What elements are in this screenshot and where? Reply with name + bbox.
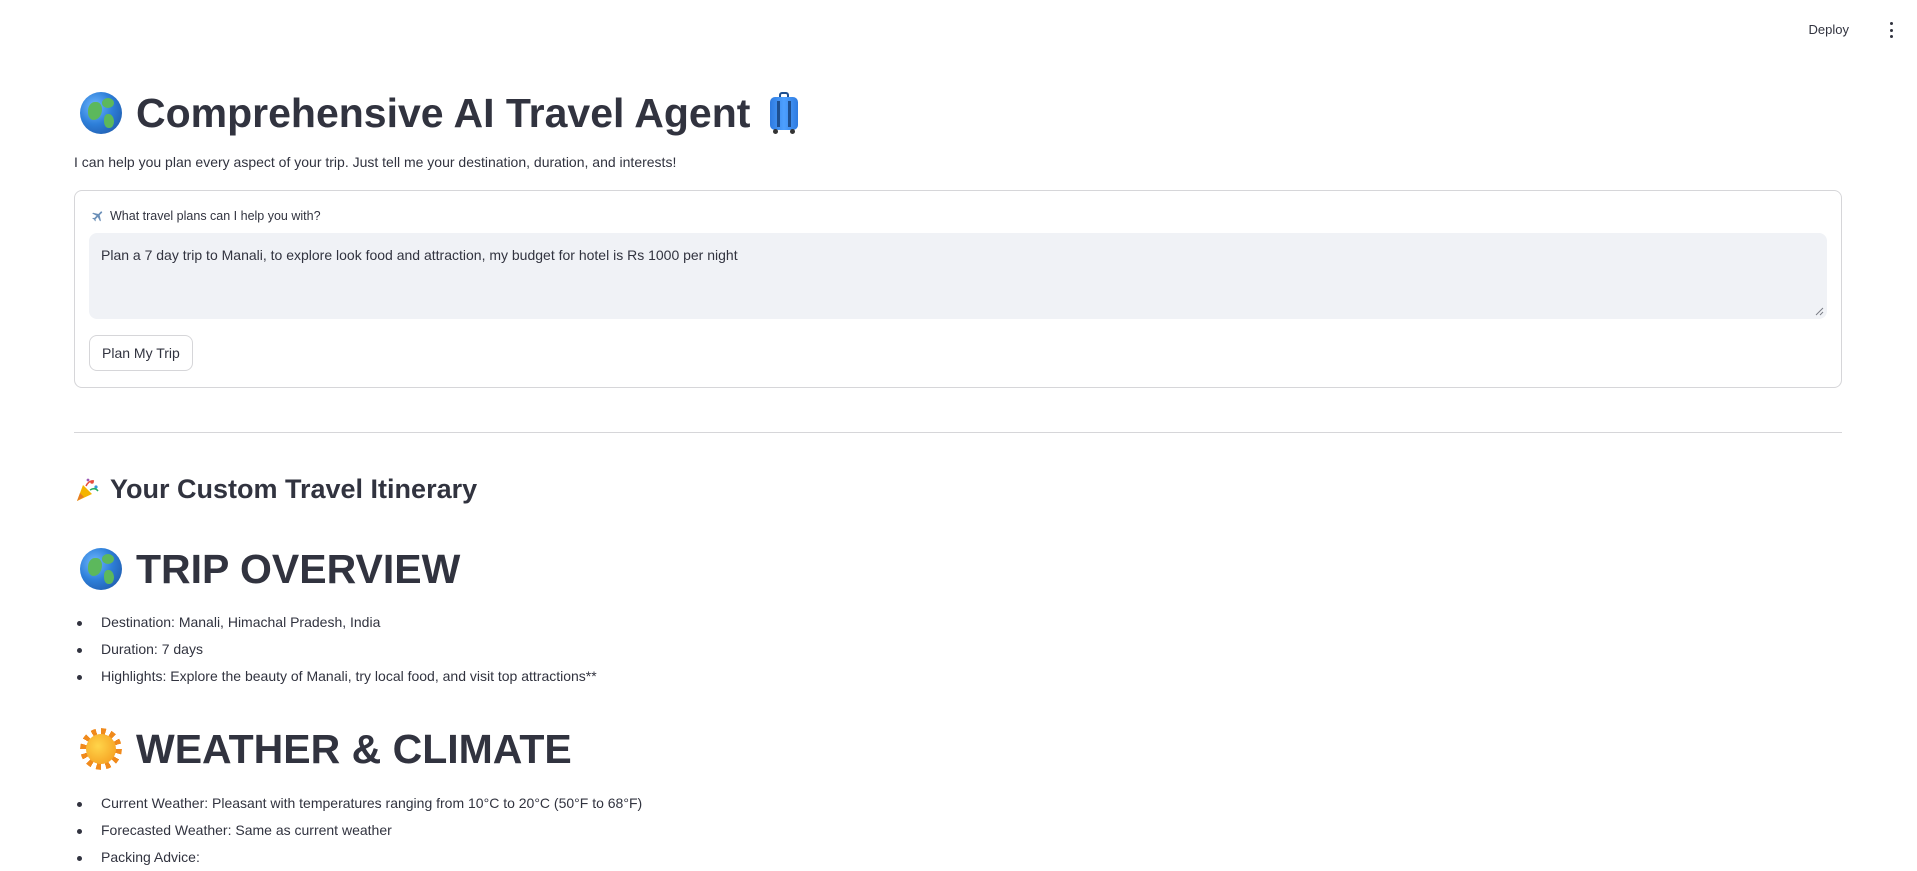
trip-request-textarea[interactable]: Plan a 7 day trip to Manali, to explore … [89,233,1827,319]
trip-overview-heading: TRIP OVERVIEW [80,544,460,594]
weather-climate-heading: WEATHER & CLIMATE [80,724,572,774]
results-heading-text: Your Custom Travel Itinerary [110,474,478,504]
list-item: Destination: Manali, Himachal Pradesh, I… [77,609,597,636]
party-popper-icon [77,478,99,501]
weather-climate-title: WEATHER & CLIMATE [136,725,572,772]
list-item: Forecasted Weather: Same as current weat… [76,817,642,844]
list-item: Duration: 7 days [77,636,597,663]
deploy-button[interactable]: Deploy [1809,22,1849,37]
resize-handle-icon[interactable] [1814,306,1824,316]
menu-dot [1889,22,1893,25]
page-title-text: Comprehensive AI Travel Agent [136,89,751,136]
globe-icon [80,92,122,134]
weather-climate-list: Current Weather: Pleasant with temperatu… [74,790,642,871]
trip-overview-title: TRIP OVERVIEW [136,545,461,592]
page-title: Comprehensive AI Travel Agent [80,88,799,138]
trip-request-value: Plan a 7 day trip to Manali, to explore … [101,247,738,263]
suitcase-icon [770,92,799,134]
list-item: Current Weather: Pleasant with temperatu… [76,790,642,817]
trip-request-label-text: What travel plans can I help you with? [110,209,321,223]
plan-my-trip-button[interactable]: Plan My Trip [89,335,193,371]
list-item: Highlights: Explore the beauty of Manali… [77,663,597,690]
app-header: Deploy [0,0,1917,60]
trip-form: What travel plans can I help you with? P… [74,190,1842,388]
list-item: Packing Advice: [76,844,642,871]
page-subtitle: I can help you plan every aspect of your… [74,154,677,170]
results-heading: Your Custom Travel Itinerary [74,474,477,505]
sun-icon [80,728,122,770]
menu-dot [1889,28,1893,32]
globe-icon [80,548,122,590]
trip-overview-list: Destination: Manali, Himachal Pradesh, I… [74,609,597,690]
menu-dot [1889,35,1893,38]
main-menu-kebab-icon[interactable] [1887,22,1895,38]
divider [74,432,1842,433]
trip-request-label: What travel plans can I help you with? [91,209,321,223]
airplane-icon [92,211,103,222]
